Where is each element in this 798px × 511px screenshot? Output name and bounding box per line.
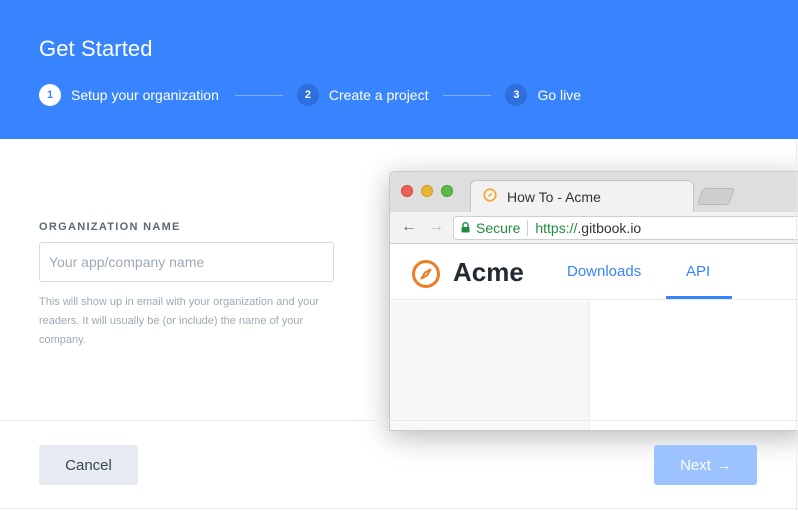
step-2: 2 Create a project xyxy=(296,84,429,106)
new-tab-shape xyxy=(696,188,736,205)
browser-tab-bar: How To - Acme xyxy=(390,172,798,213)
arrow-right-icon: → xyxy=(428,218,444,235)
active-link-underline xyxy=(666,296,732,299)
stepper: 1 Setup your organization 2 Create a pro… xyxy=(39,83,581,107)
step-2-label: Create a project xyxy=(328,87,429,103)
lock-icon xyxy=(461,220,470,236)
window-minimize-dot xyxy=(421,185,433,197)
url-host: .gitbook.io xyxy=(577,220,642,236)
compass-icon xyxy=(483,187,497,207)
cancel-button[interactable]: Cancel xyxy=(39,445,138,485)
window-close-dot xyxy=(401,185,413,197)
step-3: 3 Go live xyxy=(505,84,581,106)
site-name: Acme xyxy=(453,257,524,287)
step-1-number: 1 xyxy=(39,84,61,106)
browser-preview: How To - Acme ← → Secure https:// .gitbo… xyxy=(389,171,798,431)
arrow-right-icon: → xyxy=(716,457,731,473)
url-box: Secure https:// .gitbook.io xyxy=(453,216,798,240)
site-header: Acme Downloads API xyxy=(390,245,798,300)
browser-tab-title: How To - Acme xyxy=(507,189,601,205)
page-title: Get Started xyxy=(39,36,153,61)
footer-divider xyxy=(0,420,798,421)
organization-name-label: ORGANIZATION NAME xyxy=(39,221,181,233)
browser-tab: How To - Acme xyxy=(470,180,694,213)
next-button-label: Next xyxy=(680,456,711,474)
secure-label: Secure xyxy=(476,220,521,236)
step-connector xyxy=(443,94,492,96)
next-button[interactable]: Next → xyxy=(654,445,757,485)
organization-form: ORGANIZATION NAME This will show up in e… xyxy=(39,221,339,350)
organization-name-help: This will show up in email with your org… xyxy=(39,296,320,346)
compass-icon xyxy=(411,259,441,294)
site-sidebar xyxy=(390,301,590,430)
header-banner: Get Started 1 Setup your organization 2 … xyxy=(0,0,798,139)
step-connector xyxy=(234,94,283,96)
step-3-label: Go live xyxy=(537,87,582,103)
panel-right-border xyxy=(796,139,797,511)
url-separator xyxy=(527,220,529,236)
url-scheme: https:// xyxy=(535,220,578,236)
step-3-number: 3 xyxy=(505,84,528,106)
step-1: 1 Setup your organization xyxy=(39,84,219,106)
site-nav-downloads: Downloads xyxy=(567,263,642,280)
organization-name-input[interactable] xyxy=(39,242,334,282)
browser-address-bar: ← → Secure https:// .gitbook.io xyxy=(390,212,798,244)
window-maximize-dot xyxy=(441,185,453,197)
arrow-left-icon: ← xyxy=(401,218,417,235)
step-1-label: Setup your organization xyxy=(71,87,219,103)
site-nav-api: API xyxy=(686,263,711,280)
step-2-number: 2 xyxy=(296,84,319,106)
